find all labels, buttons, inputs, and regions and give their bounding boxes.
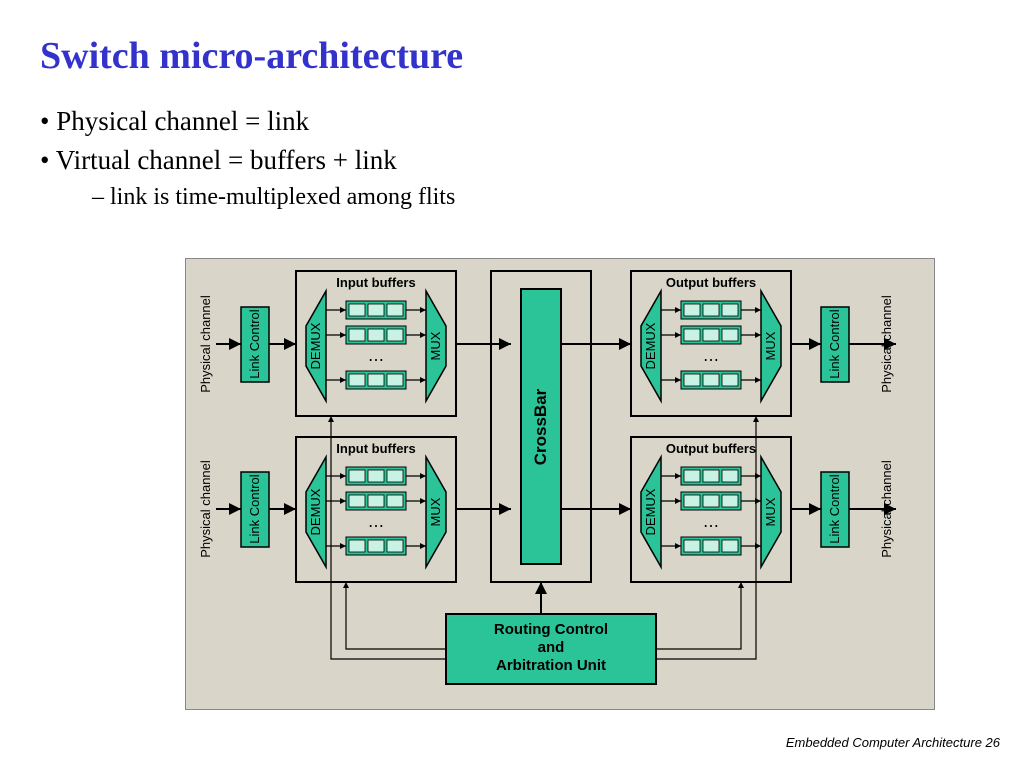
phys-channel-in-top [198, 295, 213, 393]
phys-channel-out-top [879, 295, 894, 393]
svg-text:Output buffers: Output buffers [666, 441, 756, 456]
svg-text:and: and [538, 639, 565, 656]
svg-text:Routing Control: Routing Control [494, 621, 608, 638]
output-buffers-top: Output buffers [631, 271, 791, 416]
svg-text:Input buffers: Input buffers [336, 275, 415, 290]
bullet-2: Virtual channel = buffers + link [40, 145, 1024, 176]
svg-text:CrossBar: CrossBar [531, 388, 550, 465]
link-control-in-bottom [241, 472, 269, 547]
link-control-out-top [821, 307, 849, 382]
diagram: DEMUX MUX ⋯ L [185, 258, 935, 710]
phys-channel-out-bottom [879, 460, 894, 558]
input-buffers-bottom: Input buffers [296, 437, 456, 582]
svg-text:Output buffers: Output buffers [666, 275, 756, 290]
output-buffers-bottom: Output buffers [631, 437, 791, 582]
slide-footer: Embedded Computer Architecture 26 [786, 735, 1000, 750]
link-control-in-top [241, 307, 269, 382]
slide-title: Switch micro-architecture [0, 0, 1024, 78]
link-control-out-bottom [821, 472, 849, 547]
sub-bullet: link is time-multiplexed among flits [40, 184, 1024, 211]
svg-text:Arbitration Unit: Arbitration Unit [496, 657, 606, 674]
bullet-1: Physical channel = link [40, 106, 1024, 137]
input-buffers-top: Input buffers [296, 271, 456, 416]
svg-text:Input buffers: Input buffers [336, 441, 415, 456]
phys-channel-in-bottom [198, 460, 213, 558]
bullet-list: Physical channel = link Virtual channel … [0, 78, 1024, 211]
